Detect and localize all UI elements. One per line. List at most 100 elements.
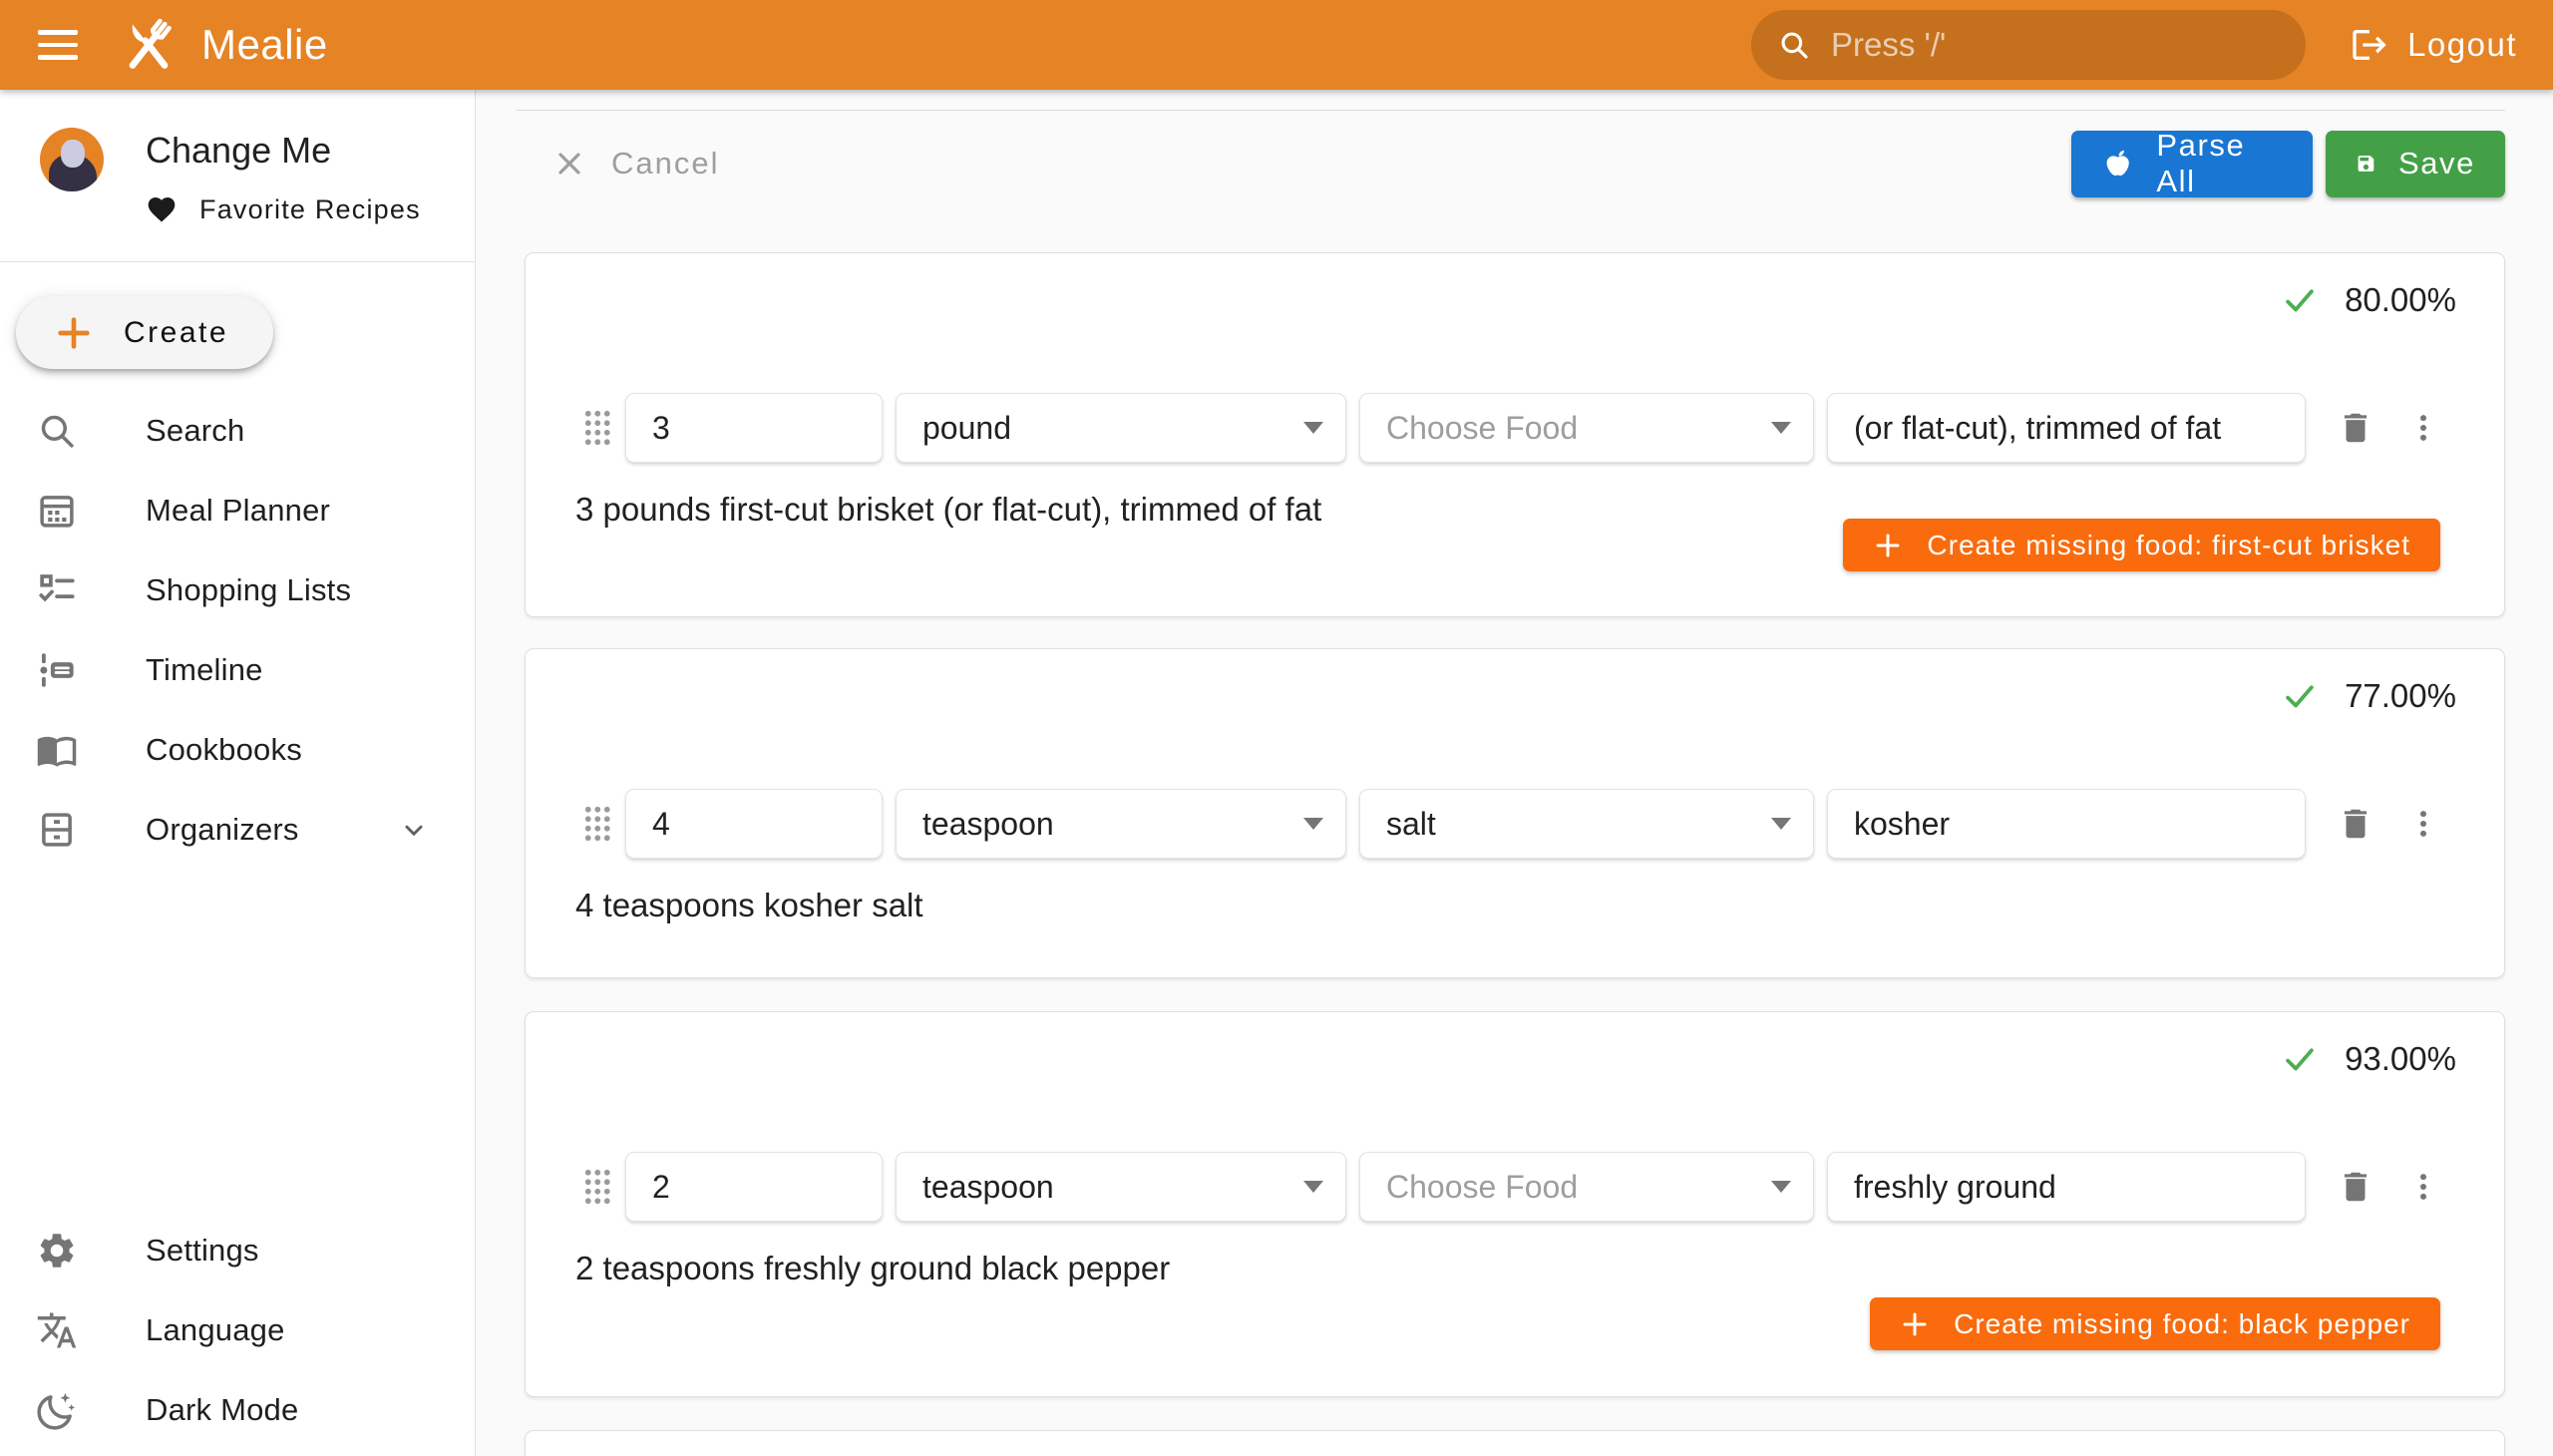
favorite-recipes-link[interactable]: Favorite Recipes — [146, 193, 421, 225]
timeline-icon — [36, 649, 78, 691]
global-search[interactable] — [1751, 10, 2306, 80]
more-options-button[interactable] — [2397, 798, 2449, 850]
ingredient-card-partial — [525, 1430, 2505, 1456]
ingredient-card: 93.00% teaspoon Choose Food — [525, 1011, 2505, 1397]
note-field — [1827, 1152, 2306, 1222]
favorites-label: Favorite Recipes — [199, 194, 421, 225]
sidebar-item-dark-mode[interactable]: Dark Mode — [0, 1370, 475, 1450]
quantity-field — [625, 393, 883, 463]
quantity-input[interactable] — [652, 410, 860, 447]
save-label: Save — [2398, 146, 2475, 182]
mealie-logo-icon — [116, 12, 182, 78]
confidence-indicator: 93.00% — [2281, 1040, 2456, 1078]
magnify-icon — [36, 410, 78, 452]
unit-select[interactable]: pound — [896, 393, 1346, 463]
checklist-icon — [36, 569, 78, 611]
cancel-button[interactable]: Cancel — [538, 136, 734, 191]
plus-icon — [54, 313, 94, 353]
drag-handle-icon[interactable] — [583, 409, 611, 447]
trash-icon — [2337, 1168, 2374, 1206]
more-options-button[interactable] — [2397, 402, 2449, 454]
create-missing-food-button[interactable]: Create missing food: black pepper — [1870, 1297, 2440, 1350]
create-button[interactable]: Create — [16, 296, 273, 369]
drag-handle-icon[interactable] — [583, 1168, 611, 1206]
sidebar-item-shopping-lists[interactable]: Shopping Lists — [0, 550, 475, 630]
save-button[interactable]: Save — [2326, 131, 2505, 197]
ingredient-card: 77.00% teaspoon salt — [525, 648, 2505, 978]
more-options-button[interactable] — [2397, 1161, 2449, 1213]
delete-button[interactable] — [2330, 1161, 2381, 1213]
note-input[interactable] — [1854, 1169, 2283, 1206]
heart-icon — [146, 193, 178, 225]
note-input[interactable] — [1854, 410, 2283, 447]
confidence-indicator: 80.00% — [2281, 281, 2456, 319]
create-missing-food-button[interactable]: Create missing food: first-cut brisket — [1843, 519, 2440, 571]
main-content: Cancel Parse All Save 80.00% — [476, 90, 2553, 1456]
sidebar-item-cookbooks[interactable]: Cookbooks — [0, 710, 475, 790]
sidebar-item-search[interactable]: Search — [0, 391, 475, 471]
logout-icon — [2350, 25, 2389, 65]
food-select[interactable]: salt — [1359, 789, 1814, 859]
quantity-input[interactable] — [652, 806, 860, 843]
confidence-value: 93.00% — [2345, 1040, 2456, 1078]
sidebar-item-meal-planner[interactable]: Meal Planner — [0, 471, 475, 550]
parser-toolbar: Cancel Parse All Save — [476, 128, 2505, 199]
original-ingredient-text: 2 teaspoons freshly ground black pepper — [575, 1250, 1170, 1287]
logout-button[interactable]: Logout — [2350, 25, 2517, 65]
chevron-down-icon — [397, 813, 431, 847]
delete-button[interactable] — [2330, 798, 2381, 850]
note-field — [1827, 393, 2306, 463]
caret-down-icon — [1303, 1181, 1323, 1193]
search-input[interactable] — [1831, 26, 2280, 64]
confidence-value: 80.00% — [2345, 281, 2456, 319]
caret-down-icon — [1303, 818, 1323, 830]
sidebar-item-organizers[interactable]: Organizers — [0, 790, 475, 870]
sidebar-divider — [0, 261, 475, 262]
check-icon — [2281, 281, 2319, 319]
moon-icon — [36, 1389, 78, 1431]
note-field — [1827, 789, 2306, 859]
parse-all-button[interactable]: Parse All — [2071, 131, 2313, 197]
app-title: Mealie — [201, 21, 328, 69]
save-icon — [2356, 147, 2376, 181]
app-bar: Mealie Logout — [0, 0, 2553, 90]
food-select[interactable]: Choose Food — [1359, 1152, 1814, 1222]
menu-icon[interactable] — [28, 15, 88, 75]
delete-button[interactable] — [2330, 402, 2381, 454]
create-label: Create — [124, 316, 228, 350]
close-icon — [551, 146, 587, 182]
confidence-indicator: 77.00% — [2281, 677, 2456, 715]
check-icon — [2281, 1040, 2319, 1078]
sidebar-nav: Search Meal Planner Shopping Lists — [0, 391, 475, 870]
kebab-icon — [2405, 806, 2441, 842]
parse-all-label: Parse All — [2156, 128, 2283, 199]
original-ingredient-text: 3 pounds first-cut brisket (or flat-cut)… — [575, 491, 1321, 529]
check-icon — [2281, 677, 2319, 715]
sidebar-item-language[interactable]: Language — [0, 1290, 475, 1370]
calendar-icon — [36, 490, 78, 532]
cabinet-icon — [36, 809, 78, 851]
sidebar-item-settings[interactable]: Settings — [0, 1211, 475, 1290]
apple-icon — [2101, 146, 2134, 182]
kebab-icon — [2405, 410, 2441, 446]
unit-select[interactable]: teaspoon — [896, 789, 1346, 859]
original-ingredient-text: 4 teaspoons kosher salt — [575, 887, 923, 924]
confidence-value: 77.00% — [2345, 677, 2456, 715]
caret-down-icon — [1303, 422, 1323, 434]
drag-handle-icon[interactable] — [583, 805, 611, 843]
avatar[interactable] — [40, 128, 104, 191]
ingredient-card: 80.00% pound Choose Food — [525, 252, 2505, 617]
trash-icon — [2337, 409, 2374, 447]
search-icon — [1777, 26, 1811, 64]
sidebar-item-timeline[interactable]: Timeline — [0, 630, 475, 710]
food-select[interactable]: Choose Food — [1359, 393, 1814, 463]
plus-icon — [1900, 1309, 1930, 1339]
username: Change Me — [146, 130, 421, 172]
caret-down-icon — [1771, 1181, 1791, 1193]
unit-select[interactable]: teaspoon — [896, 1152, 1346, 1222]
note-input[interactable] — [1854, 806, 2283, 843]
kebab-icon — [2405, 1169, 2441, 1205]
quantity-field — [625, 789, 883, 859]
trash-icon — [2337, 805, 2374, 843]
quantity-input[interactable] — [652, 1169, 860, 1206]
